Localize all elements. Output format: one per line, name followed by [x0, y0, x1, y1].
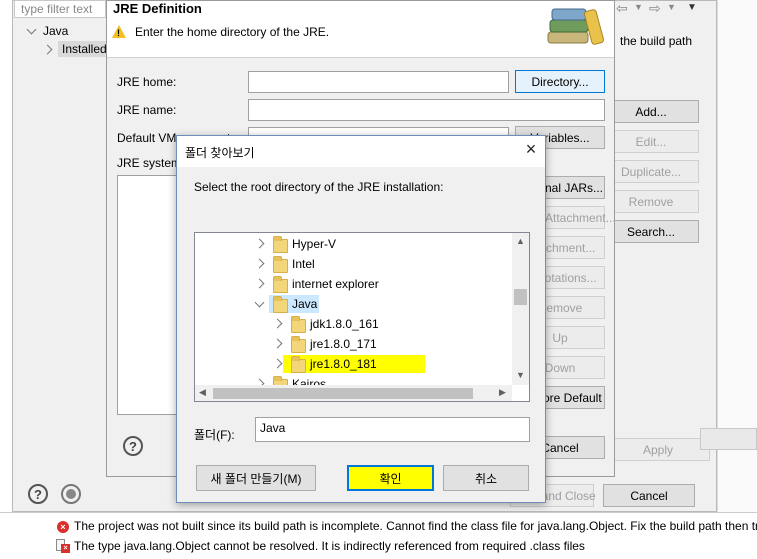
- error-badge: ×: [61, 544, 70, 553]
- folder-tree-item[interactable]: Hyper-V: [195, 234, 513, 254]
- library-books-icon: [547, 8, 605, 45]
- folder-icon: [291, 336, 306, 353]
- error-class-icon: ×: [56, 539, 70, 553]
- chevron-right-icon[interactable]: [272, 318, 283, 329]
- jre-help-icon[interactable]: ?: [123, 436, 143, 456]
- folder-tree-item[interactable]: jre1.8.0_171: [195, 334, 513, 354]
- folder-tree-item-label: Java: [292, 297, 318, 311]
- problem-row-2[interactable]: The type java.lang.Object cannot be reso…: [74, 539, 585, 553]
- chevron-right-icon[interactable]: [254, 278, 265, 289]
- tree-vscrollbar[interactable]: ▲ ▼: [512, 233, 529, 385]
- prefs-record-icon[interactable]: [61, 484, 81, 504]
- scroll-up-icon[interactable]: ▲: [516, 236, 525, 246]
- folder-icon: [291, 356, 306, 373]
- folder-icon: [273, 236, 288, 253]
- tree-item-installed[interactable]: Installed: [58, 41, 106, 57]
- background-scroll-stub: [700, 428, 757, 450]
- problem-row-1[interactable]: The project was not built since its buil…: [74, 519, 757, 533]
- close-icon[interactable]: ×: [521, 139, 541, 159]
- tree-item-java[interactable]: Java: [43, 24, 68, 38]
- folder-cancel-button[interactable]: 취소: [443, 465, 529, 491]
- chevron-right-icon[interactable]: [254, 238, 265, 249]
- duplicate-button[interactable]: Duplicate...: [603, 160, 699, 183]
- apply-button[interactable]: Apply: [606, 438, 710, 461]
- folder-tree-item-label: jre1.8.0_171: [310, 337, 377, 351]
- jre-home-label: JRE home:: [117, 75, 177, 89]
- folder-input[interactable]: Java: [255, 417, 530, 442]
- folder-tree-item-label: Hyper-V: [292, 237, 337, 251]
- folder-icon: [291, 316, 306, 333]
- jre-name-label: JRE name:: [117, 103, 177, 117]
- edit-button[interactable]: Edit...: [603, 130, 699, 153]
- chevron-right-icon[interactable]: [272, 358, 283, 369]
- back-dropdown-icon[interactable]: ▼: [634, 2, 643, 12]
- jre-home-input[interactable]: [248, 71, 509, 93]
- remove-button[interactable]: Remove: [603, 190, 699, 213]
- jre-dialog-message: Enter the home directory of the JRE.: [135, 25, 330, 39]
- folder-tree-item-label: jre1.8.0_181: [310, 357, 377, 371]
- warning-mark: !: [117, 28, 120, 38]
- filter-input[interactable]: type filter text: [14, 0, 106, 18]
- folder-tree-item-label: Intel: [292, 257, 315, 271]
- scroll-left-icon[interactable]: ◀: [199, 387, 206, 398]
- chevron-right-icon[interactable]: [272, 338, 283, 349]
- add-button[interactable]: Add...: [603, 100, 699, 123]
- folder-dialog-title: 폴더 찾아보기: [185, 146, 255, 160]
- directory-button[interactable]: Directory...: [515, 70, 605, 93]
- tree-hscrollbar[interactable]: ◀ ▶: [195, 385, 512, 401]
- scroll-hthumb[interactable]: [213, 388, 473, 399]
- folder-tree-item-label: internet explorer: [292, 277, 379, 291]
- view-menu-icon[interactable]: ▼: [687, 2, 697, 13]
- jre-dialog-title: JRE Definition: [113, 1, 202, 16]
- folder-tree-item[interactable]: jre1.8.0_181: [195, 354, 513, 374]
- back-icon[interactable]: ⇦: [616, 0, 628, 17]
- prefs-help-icon[interactable]: ?: [28, 484, 48, 504]
- ok-button[interactable]: 확인: [347, 465, 434, 491]
- folder-icon: [273, 296, 288, 313]
- folder-tree-rows: Hyper-V Intel internet explorer Java jdk1.8.…: [195, 233, 513, 393]
- new-folder-button[interactable]: 새 폴더 만들기(M): [196, 465, 316, 491]
- build-path-text: the build path: [620, 34, 693, 48]
- prefs-cancel-button[interactable]: Cancel: [603, 484, 695, 507]
- folder-tree-item-label: jdk1.8.0_161: [310, 317, 379, 331]
- nav-arrows: ⇦ ▼ ⇨ ▼ ▼: [616, 0, 716, 20]
- scroll-right-icon[interactable]: ▶: [499, 387, 506, 398]
- chevron-right-icon[interactable]: [254, 258, 265, 269]
- folder-icon: [273, 276, 288, 293]
- folder-tree-item[interactable]: jdk1.8.0_161: [195, 314, 513, 334]
- folder-tree[interactable]: Hyper-V Intel internet explorer Java jdk1.8.…: [194, 232, 530, 402]
- jre-name-input[interactable]: [248, 99, 605, 121]
- error-icon: ×: [57, 521, 69, 533]
- forward-icon[interactable]: ⇨: [649, 0, 661, 17]
- scroll-thumb[interactable]: [514, 289, 527, 305]
- chevron-down-icon[interactable]: [254, 297, 265, 308]
- folder-tree-item[interactable]: internet explorer: [195, 274, 513, 294]
- scroll-down-icon[interactable]: ▼: [516, 370, 525, 380]
- folder-label: 폴더(F):: [194, 428, 235, 442]
- folder-tree-item[interactable]: Intel: [195, 254, 513, 274]
- folder-instruction: Select the root directory of the JRE ins…: [194, 180, 444, 194]
- forward-dropdown-icon[interactable]: ▼: [667, 2, 676, 12]
- record-dot: [66, 489, 76, 499]
- folder-tree-item[interactable]: Java: [195, 294, 513, 314]
- search-button[interactable]: Search...: [603, 220, 699, 243]
- folder-icon: [273, 256, 288, 273]
